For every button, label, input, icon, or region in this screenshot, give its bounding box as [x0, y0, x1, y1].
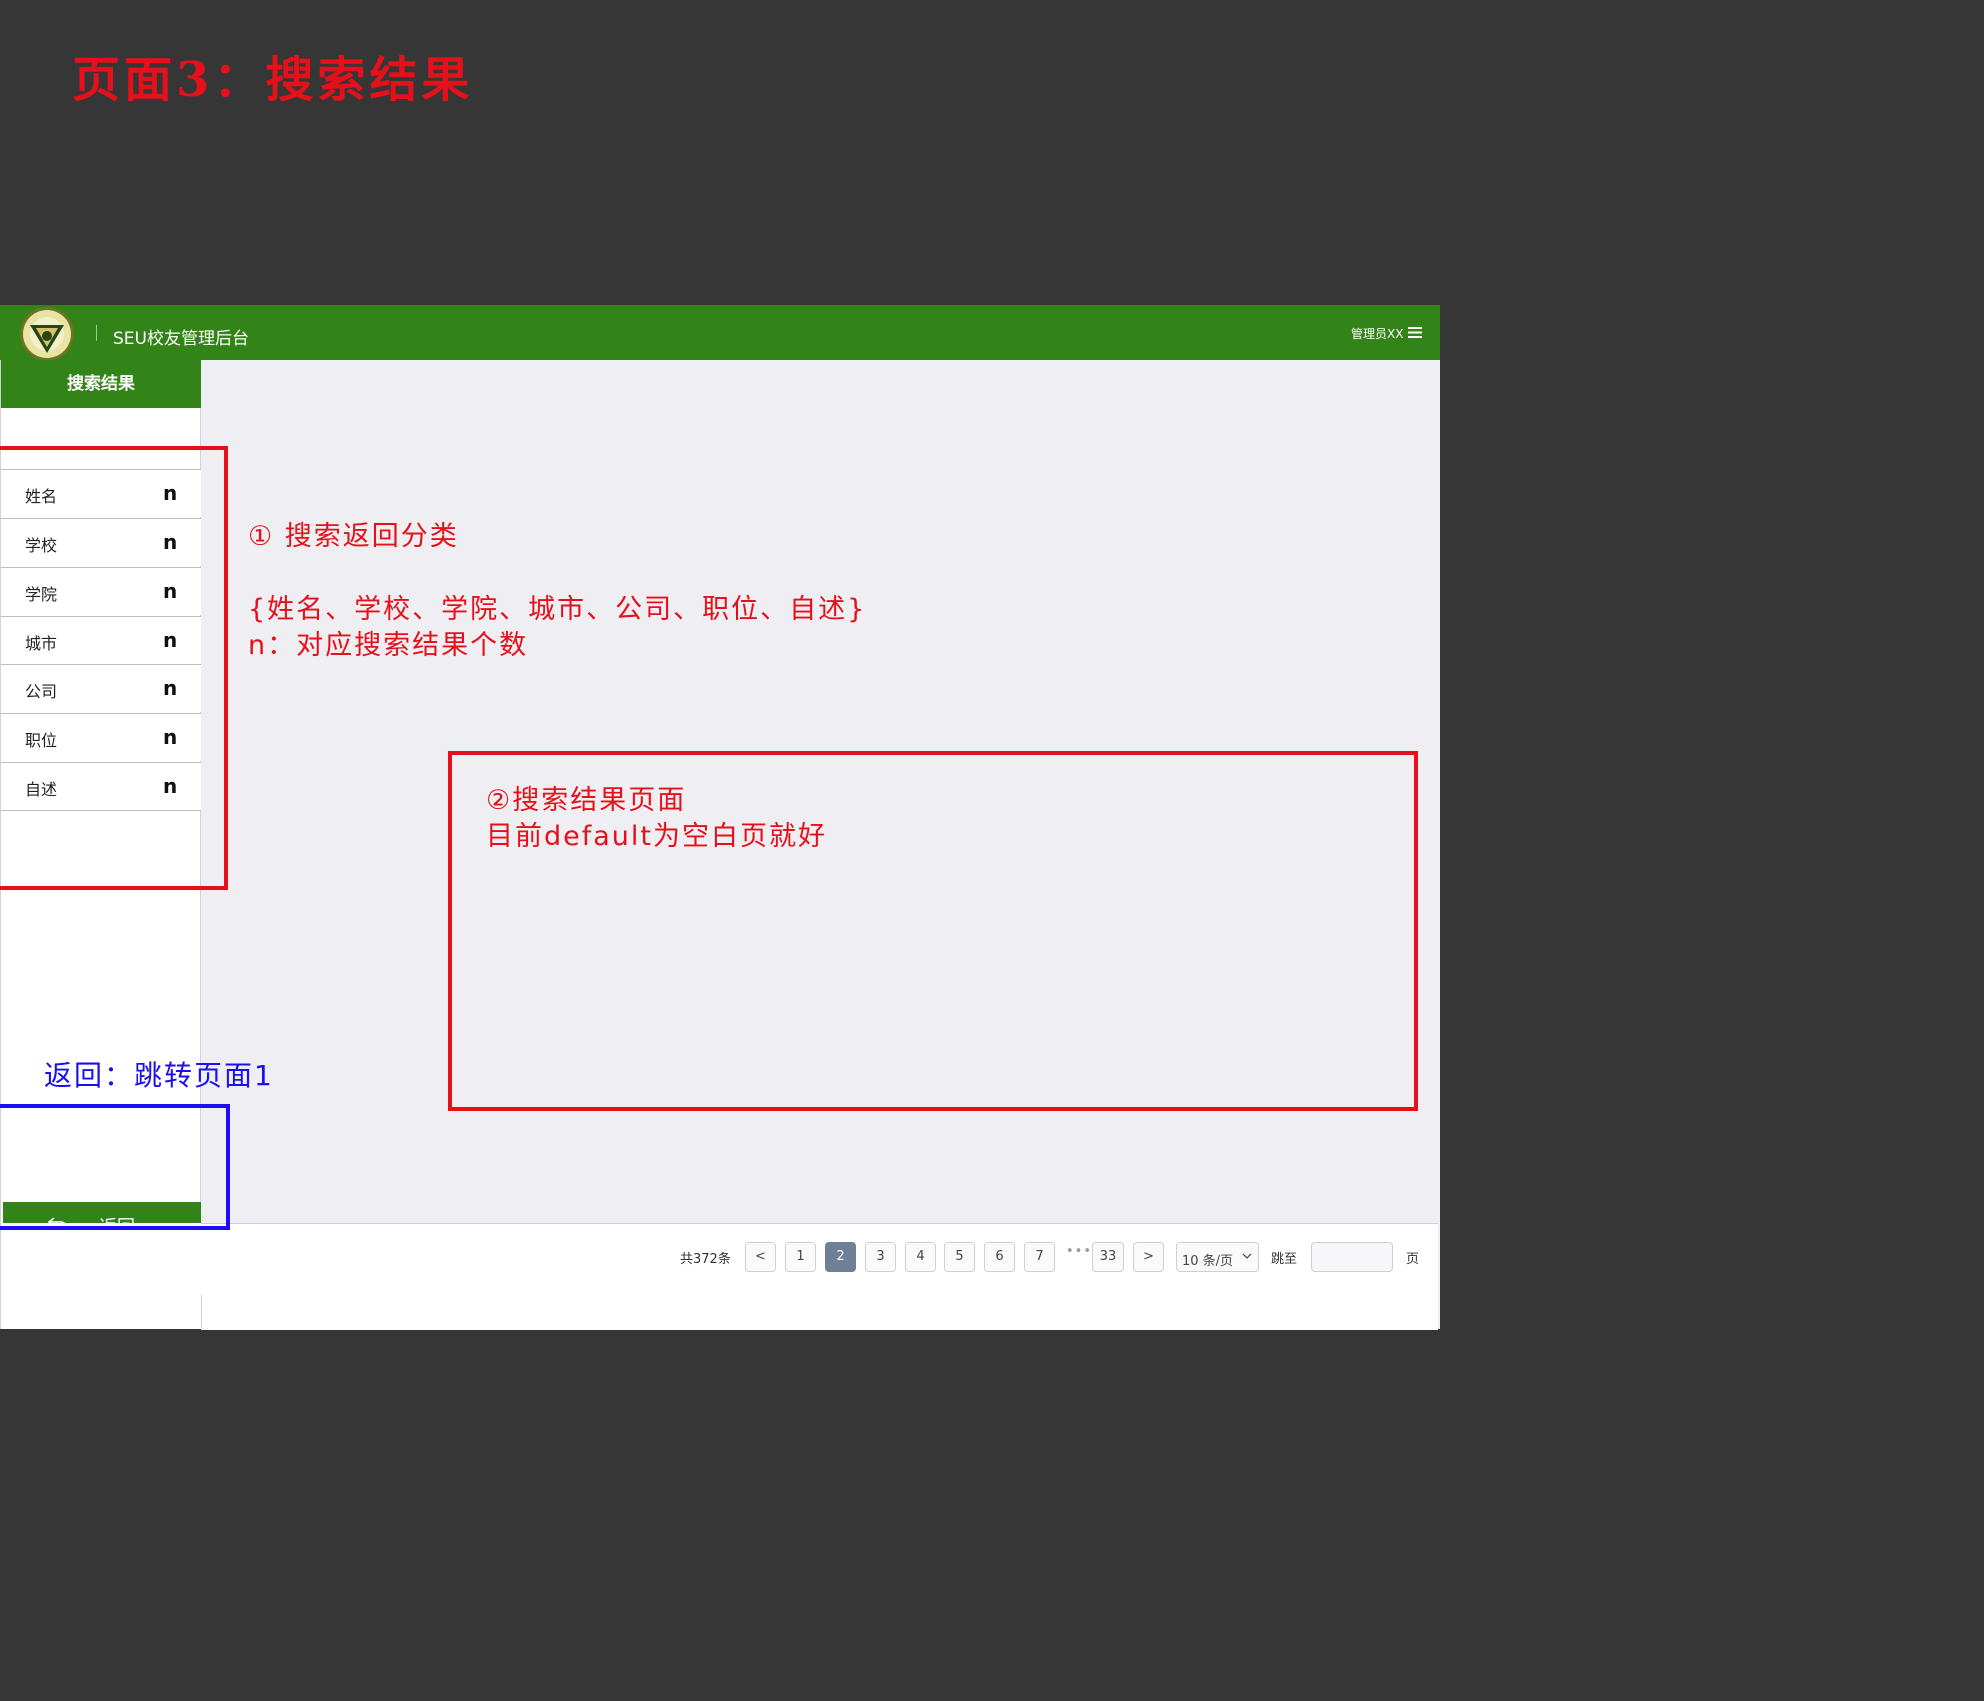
total-count-label: 共372条 — [680, 1252, 731, 1267]
page-ellipsis[interactable]: ••• — [1066, 1244, 1092, 1259]
app-title: SEU校友管理后台 — [113, 329, 249, 349]
page-button[interactable]: 6 — [984, 1242, 1015, 1272]
footer-divider — [201, 1295, 202, 1329]
page-button[interactable]: 7 — [1024, 1242, 1055, 1272]
university-logo-icon — [20, 307, 74, 361]
topbar-separator — [96, 325, 97, 341]
page-size-select[interactable]: 10 条/页 — [1176, 1242, 1259, 1272]
admin-user-label[interactable]: 管理员XX — [1351, 325, 1403, 342]
menu-icon[interactable] — [1408, 326, 1422, 339]
annotation-categories-title: ① 搜索返回分类 — [248, 521, 459, 552]
page-button[interactable]: 5 — [944, 1242, 975, 1272]
annotation-back-note: 返回：跳转页面1 — [44, 1059, 274, 1092]
page-button[interactable]: 1 — [785, 1242, 816, 1272]
pagination-footer — [201, 1223, 1438, 1330]
annotation-results-note: 目前default为空白页就好 — [486, 821, 828, 852]
page-button-current[interactable]: 2 — [825, 1242, 856, 1272]
page-button[interactable]: 3 — [865, 1242, 896, 1272]
page-unit-label: 页 — [1406, 1252, 1420, 1267]
footer-left-panel — [0, 1223, 201, 1329]
sidebar-header: 搜索结果 — [1, 360, 201, 408]
last-page-button[interactable]: 33 — [1092, 1242, 1124, 1272]
annotation-box-categories — [0, 446, 228, 890]
page-heading: 页面3：搜索结果 — [72, 52, 474, 108]
annotation-box-back — [0, 1104, 230, 1230]
prev-page-button[interactable]: < — [745, 1242, 776, 1272]
jump-to-label: 跳至 — [1271, 1252, 1298, 1267]
page-button[interactable]: 4 — [905, 1242, 936, 1272]
page-size-value: 10 条/页 — [1182, 1254, 1234, 1269]
annotation-count-note: n：对应搜索结果个数 — [248, 630, 529, 661]
next-page-button[interactable]: > — [1133, 1242, 1164, 1272]
jump-page-input[interactable] — [1311, 1242, 1393, 1272]
annotation-results-title: ②搜索结果页面 — [486, 785, 687, 816]
top-bar: SEU校友管理后台 管理员XX — [0, 305, 1440, 361]
annotation-categories-list: {姓名、学校、学院、城市、公司、职位、自述} — [248, 594, 867, 625]
chevron-down-icon — [1242, 1253, 1252, 1259]
